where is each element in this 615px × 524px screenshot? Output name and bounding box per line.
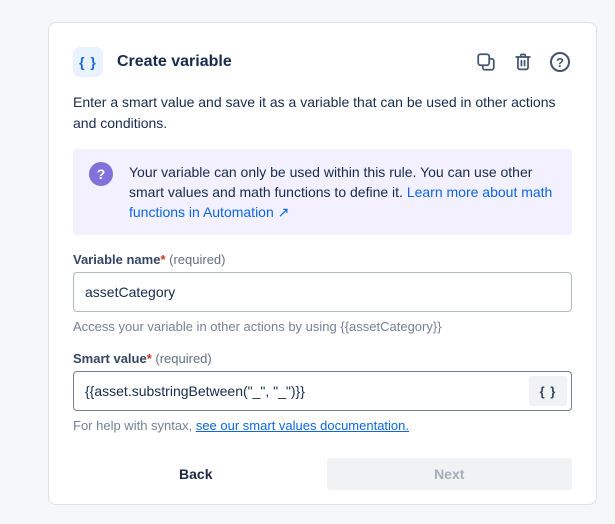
next-button[interactable]: Next	[327, 458, 573, 490]
copy-icon[interactable]	[474, 50, 498, 74]
required-text: (required)	[166, 252, 226, 267]
smart-value-field: Smart value* (required) { } For help wit…	[73, 351, 572, 433]
page-title: Create variable	[117, 53, 232, 71]
smart-value-input[interactable]	[73, 371, 572, 411]
panel-header: { } Create variable ?	[73, 47, 572, 77]
back-button[interactable]: Back	[73, 458, 319, 490]
smart-value-label: Smart value* (required)	[73, 351, 572, 366]
panel-description: Enter a smart value and save it as a var…	[73, 92, 572, 134]
header-actions: ?	[474, 50, 572, 74]
help-icon[interactable]: ?	[548, 50, 572, 74]
trash-icon[interactable]	[511, 50, 535, 74]
info-banner-text: Your variable can only be used within th…	[129, 162, 556, 222]
create-variable-panel: { } Create variable ?	[48, 22, 597, 505]
smart-values-docs-link[interactable]: see our smart values documentation.	[196, 418, 409, 433]
required-text: (required)	[152, 351, 212, 366]
braces-icon: { }	[73, 47, 103, 77]
smart-value-picker-icon[interactable]: { }	[529, 376, 567, 406]
question-icon: ?	[89, 162, 113, 186]
info-banner: ? Your variable can only be used within …	[73, 149, 572, 235]
smart-value-helper: For help with syntax, see our smart valu…	[73, 418, 572, 433]
variable-name-label: Variable name* (required)	[73, 252, 572, 267]
variable-name-field: Variable name* (required) Access your va…	[73, 252, 572, 334]
variable-name-helper: Access your variable in other actions by…	[73, 319, 572, 334]
panel-footer: Back Next	[73, 458, 572, 490]
variable-name-input[interactable]	[73, 272, 572, 312]
